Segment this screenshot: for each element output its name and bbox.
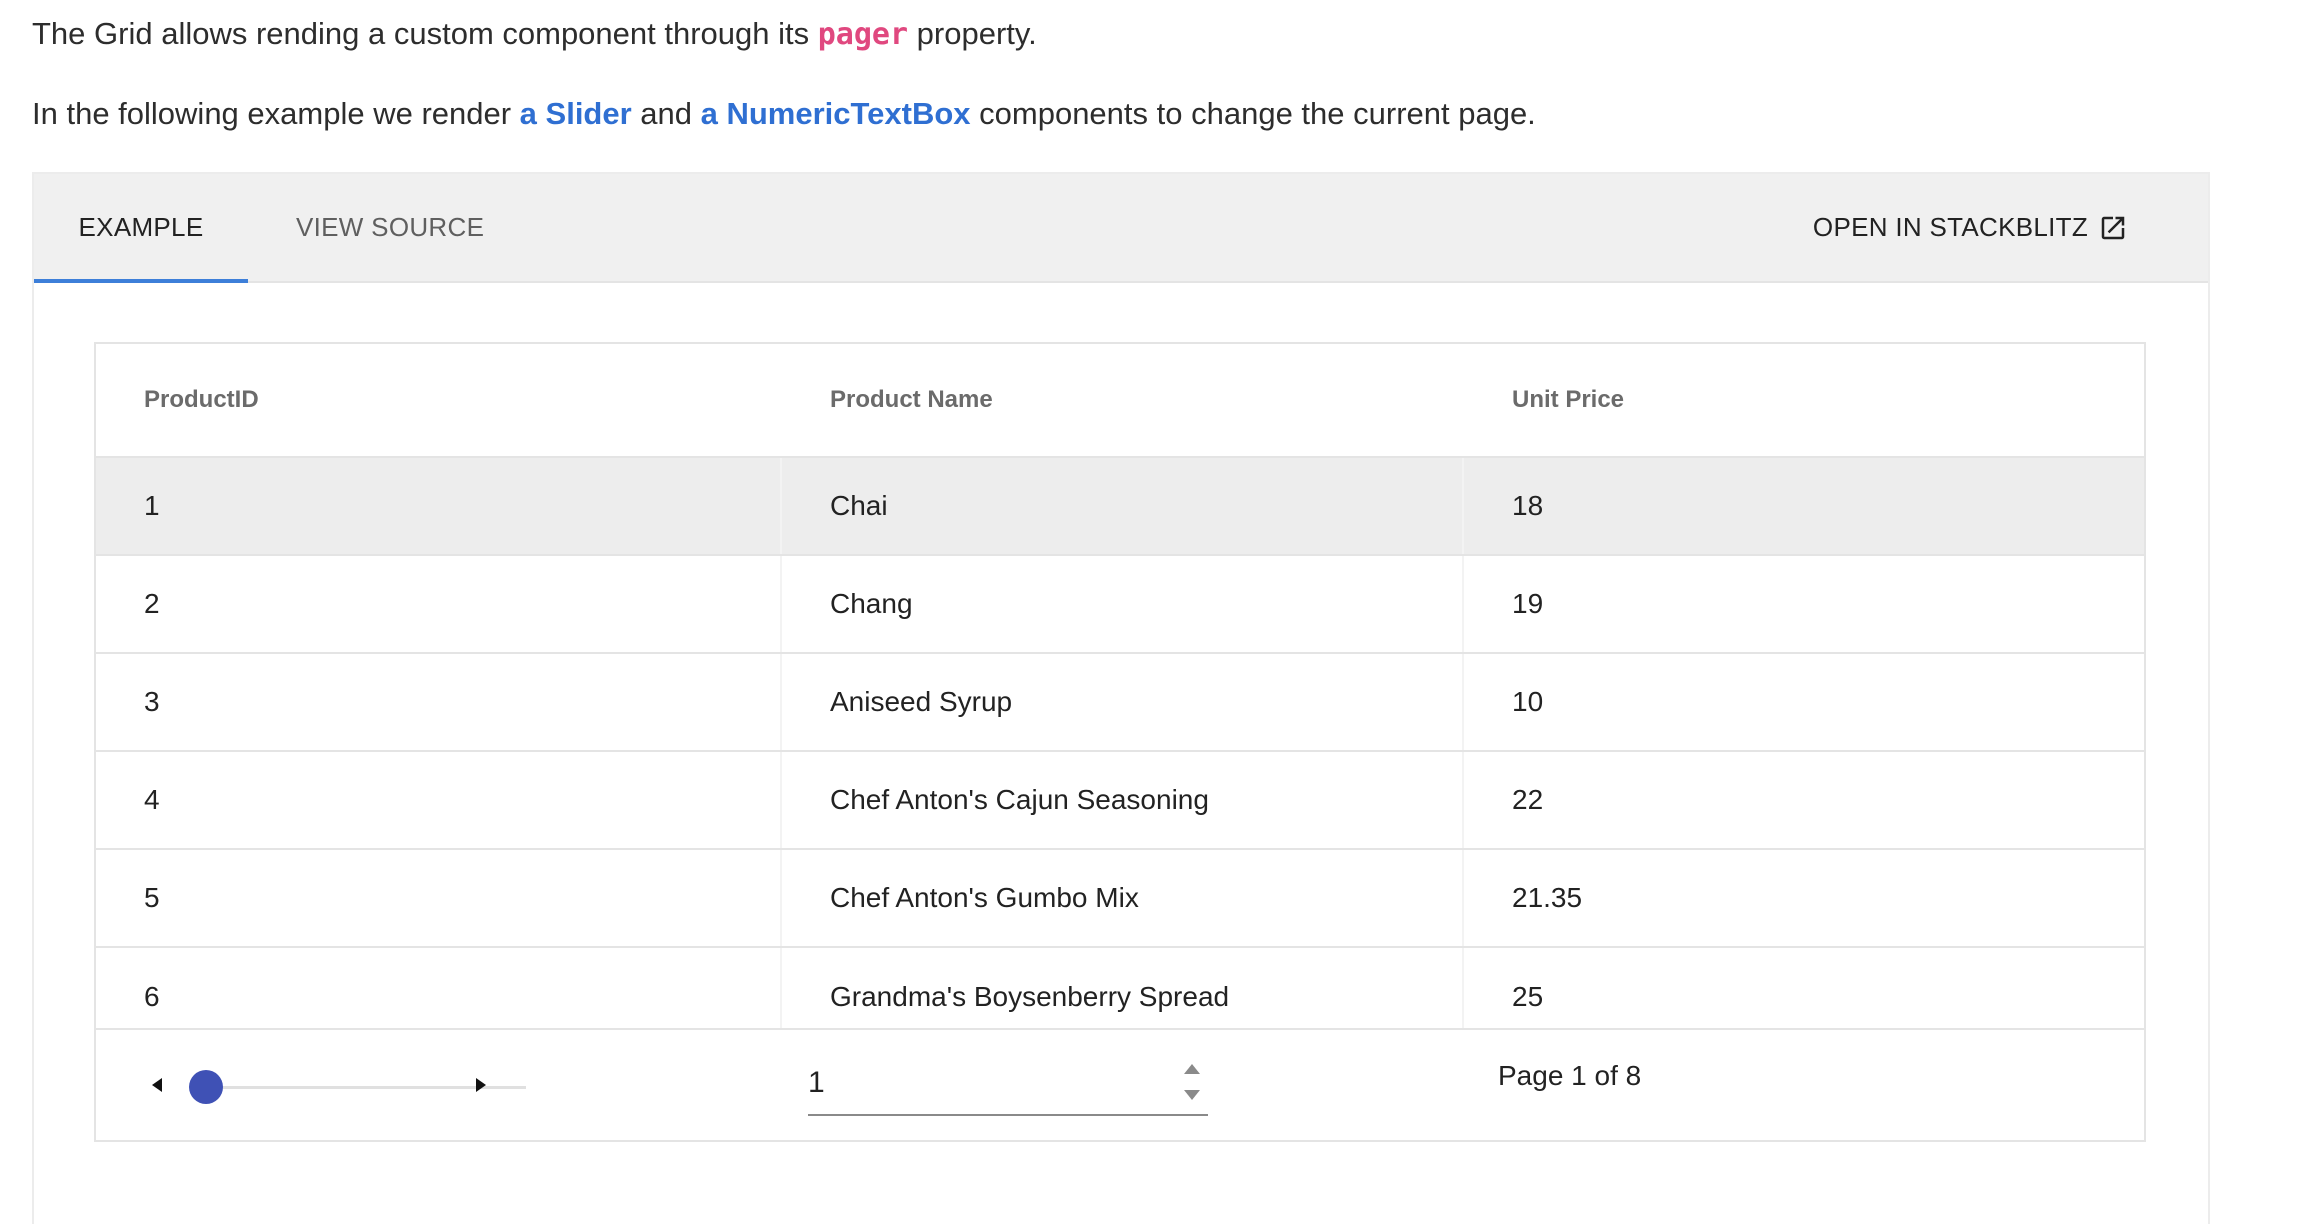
external-link-icon xyxy=(2098,213,2128,243)
intro-text: components to change the current page. xyxy=(970,96,1536,131)
open-in-stackblitz-label: OPEN IN STACKBLITZ xyxy=(1812,212,2088,242)
page-numeric-textbox xyxy=(808,1054,1208,1116)
numeric-spinner xyxy=(1180,1062,1204,1106)
increase-value-button[interactable] xyxy=(1183,1062,1201,1080)
grid-header-row: ProductID Product Name Unit Price xyxy=(96,344,2144,458)
slider-thumb[interactable] xyxy=(189,1070,223,1104)
cell-unit-price: 19 xyxy=(1512,588,1544,619)
open-in-stackblitz-button[interactable]: OPEN IN STACKBLITZ xyxy=(1813,174,2128,281)
cell-product-name: Chef Anton's Gumbo Mix xyxy=(830,882,1139,913)
intro-paragraph-1: The Grid allows rending a custom compone… xyxy=(32,14,1037,55)
column-divider xyxy=(1462,556,1464,652)
product-grid: ProductID Product Name Unit Price 1 Chai… xyxy=(94,342,2146,1142)
cell-product-name: Chai xyxy=(830,490,888,521)
table-row[interactable]: 4 Chef Anton's Cajun Seasoning 22 xyxy=(96,752,2144,850)
column-header-productid[interactable]: ProductID xyxy=(144,344,259,456)
intro-paragraph-2: In the following example we render a Sli… xyxy=(32,94,1536,134)
documentation-page: The Grid allows rending a custom compone… xyxy=(0,0,2302,1224)
cell-product-name: Aniseed Syrup xyxy=(830,686,1013,717)
cell-productid: 3 xyxy=(144,686,160,717)
cell-unit-price: 21.35 xyxy=(1512,882,1583,913)
cell-productid: 4 xyxy=(144,784,160,815)
intro-text: The Grid allows rending a custom compone… xyxy=(32,16,818,51)
column-divider xyxy=(1462,654,1464,750)
cell-product-name: Chang xyxy=(830,588,913,619)
intro-text: In the following example we render xyxy=(32,96,520,131)
cell-productid: 5 xyxy=(144,882,160,913)
intro-text: and xyxy=(631,96,701,131)
numerictextbox-link[interactable]: a NumericTextBox xyxy=(701,96,971,131)
caret-left-icon xyxy=(150,1077,164,1098)
intro-text: property. xyxy=(908,16,1037,51)
slider-decrement-button[interactable] xyxy=(142,1072,172,1102)
table-row[interactable]: 2 Chang 19 xyxy=(96,556,2144,654)
slider-link[interactable]: a Slider xyxy=(520,96,632,131)
table-row[interactable]: 1 Chai 18 xyxy=(96,458,2144,556)
decrease-value-button[interactable] xyxy=(1183,1088,1201,1106)
custom-pager: Page 1 of 8 xyxy=(96,1028,2144,1140)
column-divider xyxy=(1462,850,1464,946)
column-divider xyxy=(780,556,782,652)
page-number-input[interactable] xyxy=(808,1054,1138,1112)
caret-up-icon xyxy=(1183,1062,1201,1079)
column-divider xyxy=(780,850,782,946)
column-divider xyxy=(780,458,782,554)
tab-example[interactable]: EXAMPLE xyxy=(34,174,248,283)
column-header-unit-price[interactable]: Unit Price xyxy=(1512,344,1624,456)
column-header-product-name[interactable]: Product Name xyxy=(830,344,993,456)
cell-unit-price: 22 xyxy=(1512,784,1544,815)
cell-product-name: Chef Anton's Cajun Seasoning xyxy=(830,784,1209,815)
cell-productid: 2 xyxy=(144,588,160,619)
demo-tabbar: EXAMPLE VIEW SOURCE OPEN IN STACKBLITZ xyxy=(34,174,2208,283)
pager-code: pager xyxy=(817,17,909,52)
column-divider xyxy=(1462,458,1464,554)
column-divider xyxy=(780,654,782,750)
page-info: Page 1 of 8 xyxy=(1498,1060,1642,1091)
cell-unit-price: 10 xyxy=(1512,686,1544,717)
caret-right-icon xyxy=(474,1077,488,1098)
cell-productid: 1 xyxy=(144,490,160,521)
caret-down-icon xyxy=(1183,1088,1201,1105)
column-divider xyxy=(780,752,782,848)
cell-unit-price: 18 xyxy=(1512,490,1544,521)
slider-increment-button[interactable] xyxy=(466,1072,496,1102)
table-row[interactable]: 3 Aniseed Syrup 10 xyxy=(96,654,2144,752)
tab-view-source[interactable]: VIEW SOURCE xyxy=(296,174,484,281)
table-row[interactable]: 5 Chef Anton's Gumbo Mix 21.35 xyxy=(96,850,2144,948)
column-divider xyxy=(1462,752,1464,848)
